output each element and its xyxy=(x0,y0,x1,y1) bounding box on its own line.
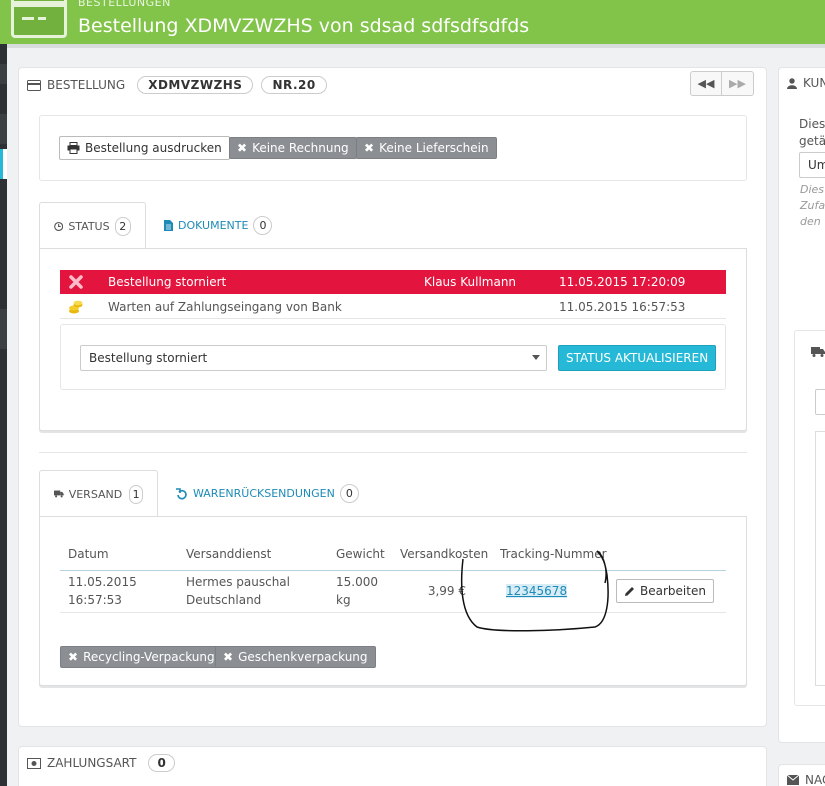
clock-icon xyxy=(54,221,64,231)
no-delivery-slip-button[interactable]: ✖ Keine Lieferschein xyxy=(356,137,497,159)
tab-status[interactable]: STATUS 2 xyxy=(39,202,146,249)
truck-icon xyxy=(54,490,64,498)
payment-panel-heading: ZAHLUNGSART 0 xyxy=(27,754,176,772)
coins-icon xyxy=(69,300,83,314)
table-header-row: Datum Versanddienst Gewicht Versandkoste… xyxy=(60,538,726,571)
breadcrumb[interactable]: BESTELLUNGEN xyxy=(78,0,171,9)
page-header: BESTELLUNGEN Bestellung XDMVZWZHS von sd… xyxy=(0,0,825,48)
customer-panel: KUN Dies getä Um Dies Zufa den xyxy=(778,67,825,743)
sidebar-item-orders[interactable] xyxy=(0,149,7,179)
cancel-icon xyxy=(69,275,83,289)
tab-shipping[interactable]: VERSAND 1 xyxy=(39,470,158,517)
envelope-icon xyxy=(787,775,799,785)
history-row: Warten auf Zahlungseingang von Bank 11.0… xyxy=(60,295,726,319)
print-icon xyxy=(67,142,80,154)
order-number-badge: NR.20 xyxy=(261,76,327,94)
order-label: BESTELLUNG xyxy=(47,78,126,92)
customer-select[interactable]: Um xyxy=(799,152,825,178)
truck-icon xyxy=(811,347,825,357)
customer-text: Dies getä xyxy=(799,117,825,148)
annotation-circle xyxy=(460,550,609,632)
customer-note: Dies Zufa den xyxy=(800,183,825,228)
close-icon: ✖ xyxy=(364,141,375,155)
status-tab-content: Bestellung storniert Klaus Kullmann 11.0… xyxy=(39,248,747,431)
edit-shipping-button[interactable]: Bearbeiten xyxy=(616,579,714,603)
messages-panel-heading: NAC xyxy=(787,773,825,786)
user-icon xyxy=(787,77,797,89)
order-status-select[interactable]: Bestellung storniert xyxy=(80,345,547,371)
shipping-count-badge: 1 xyxy=(129,484,143,504)
update-status-button[interactable]: STATUS AKTUALISIEREN xyxy=(558,345,717,371)
gift-packaging-button[interactable]: ✖ Geschenkverpackung xyxy=(215,646,376,668)
shipping-date: 11.05.2015 16:57:53 xyxy=(60,570,186,613)
shipping-table: Datum Versanddienst Gewicht Versandkoste… xyxy=(60,538,726,613)
payment-panel: ZAHLUNGSART 0 xyxy=(18,746,767,786)
page-title: Bestellung XDMVZWZHS von sdsad sdfsdfsdf… xyxy=(78,15,530,37)
next-order-button[interactable]: ▶▶ xyxy=(722,71,754,96)
returns-count-badge: 0 xyxy=(339,484,359,503)
undo-icon xyxy=(176,487,187,499)
close-icon: ✖ xyxy=(223,650,234,664)
status-count-badge: 2 xyxy=(114,216,131,236)
tab-returns[interactable]: WARENRÜCKSENDUNGEN 0 xyxy=(162,470,373,517)
column-header-weight: Gewicht xyxy=(336,538,400,571)
credit-card-icon xyxy=(27,79,41,91)
divider xyxy=(39,452,747,453)
shipping-weight: 15.000 kg xyxy=(336,570,400,613)
payment-count-badge: 0 xyxy=(148,754,176,772)
documents-count-badge: 0 xyxy=(253,216,273,235)
customer-panel-heading: KUN xyxy=(787,76,825,90)
credit-card-icon xyxy=(11,0,67,38)
close-icon: ✖ xyxy=(237,141,248,155)
order-panel-heading: BESTELLUNG XDMVZWZHS NR.20 xyxy=(27,76,327,94)
messages-panel: NAC xyxy=(778,764,825,786)
shipping-tab-content: Datum Versanddienst Gewicht Versandkoste… xyxy=(39,516,747,686)
print-order-button[interactable]: Bestellung ausdrucken xyxy=(59,136,230,160)
money-icon xyxy=(27,757,41,769)
no-invoice-button[interactable]: ✖ Keine Rechnung xyxy=(229,137,357,159)
shipping-carrier: Hermes pauschal Deutschland xyxy=(186,570,336,613)
sidebar-menu xyxy=(0,44,7,786)
close-icon: ✖ xyxy=(68,650,79,664)
order-navigation: ◀◀ ▶▶ xyxy=(690,71,754,96)
edit-cell: Bearbeiten xyxy=(616,570,726,613)
chevron-down-icon xyxy=(532,355,540,360)
recycling-packaging-button[interactable]: ✖ Recycling-Verpackung xyxy=(60,646,223,668)
tab-documents[interactable]: DOKUMENTE 0 xyxy=(150,202,286,249)
table-row: 11.05.2015 16:57:53 Hermes pauschal Deut… xyxy=(60,570,726,613)
address-map xyxy=(815,431,825,686)
file-icon xyxy=(164,220,173,231)
order-reference-badge: XDMVZWZHS xyxy=(137,76,254,94)
history-row: Bestellung storniert Klaus Kullmann 11.0… xyxy=(60,270,726,294)
previous-order-button[interactable]: ◀◀ xyxy=(690,71,722,96)
pencil-icon xyxy=(625,586,634,596)
address-tab-button[interactable] xyxy=(815,389,825,415)
shipping-address-well xyxy=(794,330,825,706)
column-header-date: Datum xyxy=(60,538,186,571)
column-header-carrier: Versanddienst xyxy=(186,538,336,571)
